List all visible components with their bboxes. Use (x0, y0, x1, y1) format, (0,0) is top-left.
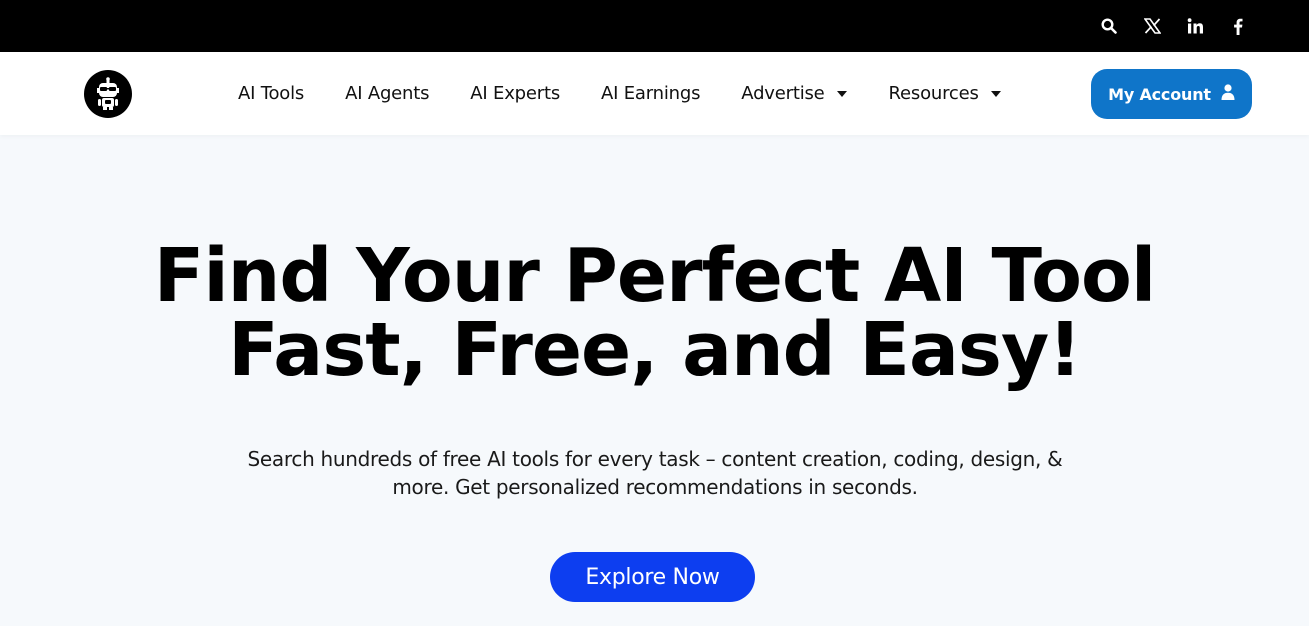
nav-item-ai-tools[interactable]: AI Tools (238, 83, 304, 104)
nav-item-label: AI Experts (470, 83, 561, 104)
nav-item-advertise[interactable]: Advertise (741, 83, 847, 104)
social-icons (1100, 0, 1247, 52)
nav-item-resources[interactable]: Resources (889, 83, 1001, 104)
headline-line-2: Fast, Free, and Easy! (228, 307, 1082, 393)
nav-item-label: AI Tools (238, 83, 305, 104)
nav-item-label: AI Agents (345, 83, 430, 104)
nav-item-label: AI Earnings (601, 83, 701, 104)
chevron-down-icon (990, 90, 1001, 97)
hero-headline: Find Your Perfect AI Tool Fast, Free, an… (0, 239, 1309, 387)
nav-item-ai-earnings[interactable]: AI Earnings (601, 83, 700, 104)
hero-subtitle: Search hundreds of free AI tools for eve… (247, 447, 1063, 499)
x-twitter-icon[interactable] (1143, 17, 1161, 35)
chevron-down-icon (836, 90, 847, 97)
hero-section: Find Your Perfect AI Tool Fast, Free, an… (0, 135, 1309, 626)
headline-line-1: Find Your Perfect AI Tool (153, 233, 1156, 319)
my-account-label: My Account (1108, 84, 1211, 104)
main-navigation: AI Tools AI Agents AI Experts AI Earning… (0, 52, 1309, 135)
nav-item-ai-experts[interactable]: AI Experts (470, 83, 560, 104)
nav-menu: AI Tools AI Agents AI Experts AI Earning… (238, 52, 1001, 135)
top-bar (0, 0, 1309, 52)
nav-item-label: Advertise (741, 83, 825, 104)
my-account-button[interactable]: My Account (1091, 69, 1252, 119)
user-icon (1221, 84, 1235, 104)
search-icon[interactable] (1100, 17, 1118, 35)
nav-item-ai-agents[interactable]: AI Agents (345, 83, 429, 104)
linkedin-icon[interactable] (1186, 17, 1204, 35)
nav-item-label: Resources (888, 83, 979, 104)
explore-now-button[interactable]: Explore Now (550, 552, 755, 602)
robot-sunglasses-logo-icon[interactable] (84, 70, 132, 118)
facebook-icon[interactable] (1229, 17, 1247, 35)
